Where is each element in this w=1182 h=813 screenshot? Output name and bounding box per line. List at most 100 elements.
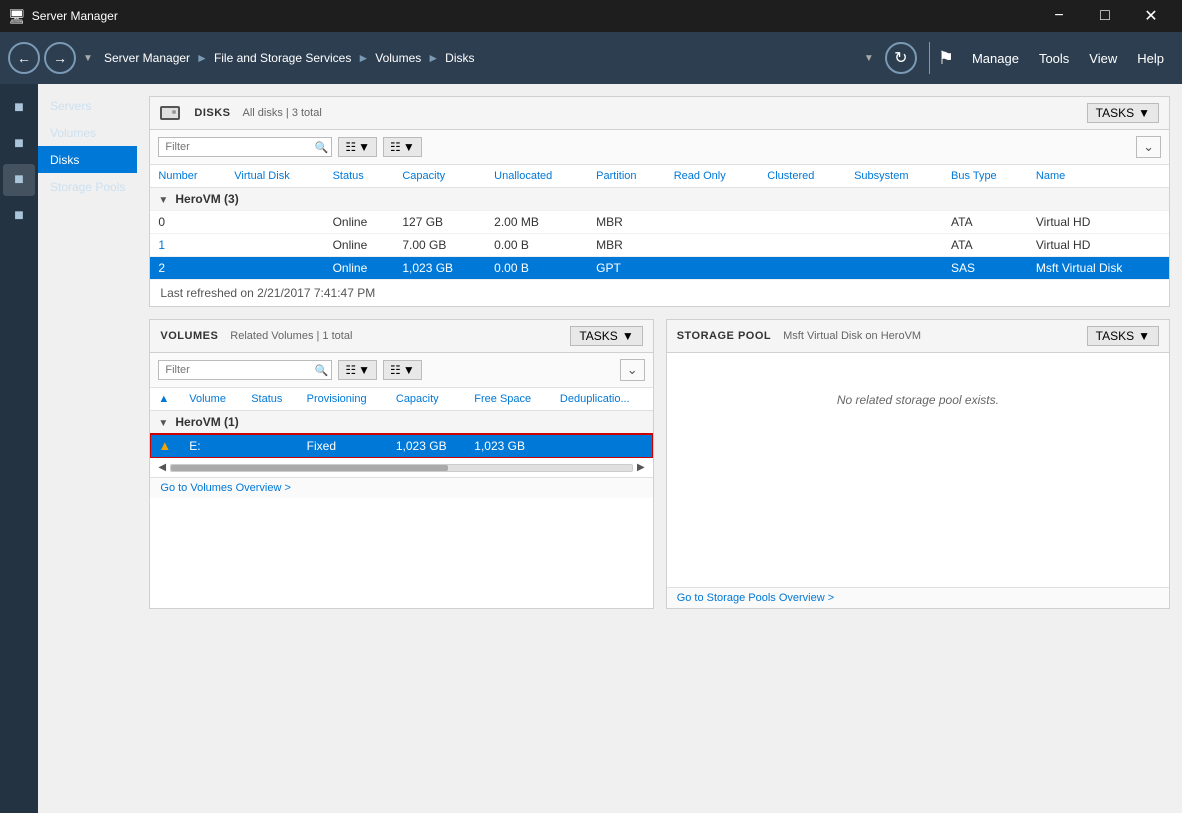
col-status[interactable]: Status — [325, 165, 395, 188]
breadcrumb-dropdown-button[interactable]: ▼ — [861, 42, 877, 74]
volumes-group-arrow: ▼ — [158, 418, 168, 429]
volumes-collapse-btn[interactable]: ⌄ — [620, 359, 645, 381]
breadcrumb-part-1[interactable]: File and Storage Services — [214, 51, 351, 65]
breadcrumb-part-2[interactable]: Volumes — [375, 51, 421, 65]
cell-subsystem — [846, 211, 943, 234]
table-row[interactable]: 1 Online 7.00 GB 0.00 B MBR ATA Virtual … — [150, 234, 1169, 257]
storage-pool-tasks-dropdown: ▼ — [1138, 329, 1150, 343]
cell-vol-provisioning: Fixed — [299, 434, 388, 458]
col-warning-icon: ▲ — [150, 388, 181, 411]
breadcrumb-part-0[interactable]: Server Manager — [104, 51, 190, 65]
sidebar-icon-dashboard[interactable]: ■ — [3, 92, 35, 124]
volumes-toolbar: 🔍 ☷ ▼ ☷ ▼ ⌄ — [150, 353, 652, 388]
disks-tasks-button[interactable]: TASKS ▼ — [1087, 103, 1159, 123]
disks-group-dropdown-icon: ▼ — [403, 140, 415, 154]
disks-group-btn[interactable]: ☷ ▼ — [383, 137, 422, 157]
col-vol-freespace[interactable]: Free Space — [466, 388, 552, 411]
volumes-list-icon: ☷ — [345, 363, 356, 377]
view-menu-button[interactable]: View — [1079, 47, 1127, 70]
cell-virtual-disk — [226, 234, 324, 257]
col-partition[interactable]: Partition — [588, 165, 666, 188]
storage-pool-title: STORAGE POOL — [677, 330, 771, 342]
minimize-button[interactable]: − — [1036, 0, 1082, 32]
cell-partition: MBR — [588, 211, 666, 234]
col-subsystem[interactable]: Subsystem — [846, 165, 943, 188]
sidebar-item-volumes[interactable]: Volumes — [38, 119, 137, 146]
col-vol-status[interactable]: Status — [243, 388, 298, 411]
cell-vol-dedup — [552, 434, 653, 458]
volumes-group-icon: ☷ — [390, 363, 401, 377]
volumes-view-btn[interactable]: ☷ ▼ — [338, 360, 377, 380]
disks-toolbar: 🔍 ☷ ▼ ☷ ▼ ⌄ — [150, 130, 1169, 165]
volumes-table-container: ▲ Volume Status Provisioning Capacity Fr… — [150, 388, 652, 458]
cell-name: Virtual HD — [1028, 234, 1169, 257]
tools-menu-button[interactable]: Tools — [1029, 47, 1079, 70]
breadcrumb-sep-0: ► — [196, 51, 208, 65]
scroll-right-icon[interactable]: ▶ — [637, 462, 645, 473]
forward-button[interactable]: → — [44, 42, 76, 74]
sidebar-icon-files[interactable]: ■ — [3, 200, 35, 232]
col-readonly[interactable]: Read Only — [666, 165, 760, 188]
cell-number: 2 — [150, 257, 226, 280]
storage-pool-tasks-button[interactable]: TASKS ▼ — [1087, 326, 1159, 346]
cell-vol-capacity: 1,023 GB — [388, 434, 466, 458]
sidebar-icon-info[interactable]: ■ — [3, 128, 35, 160]
disks-view-dropdown-icon: ▼ — [358, 140, 370, 154]
col-vol-capacity[interactable]: Capacity — [388, 388, 466, 411]
back-button[interactable]: ← — [8, 42, 40, 74]
help-menu-button[interactable]: Help — [1127, 47, 1174, 70]
notifications-button[interactable]: ⚑ — [938, 48, 954, 69]
volumes-panel-footer: Go to Volumes Overview > — [150, 477, 652, 498]
main-layout: ■ ■ ■ ■ Servers Volumes Disks Storage Po… — [0, 84, 1182, 813]
goto-storage-pools-link[interactable]: Go to Storage Pools Overview > — [677, 592, 834, 604]
refresh-button[interactable]: ↻ — [885, 42, 917, 74]
sidebar-icon-storage[interactable]: ■ — [3, 164, 35, 196]
col-vol-provisioning[interactable]: Provisioning — [299, 388, 388, 411]
cell-readonly — [666, 234, 760, 257]
storage-pool-footer: Go to Storage Pools Overview > — [667, 587, 1169, 608]
nav-dropdown-button[interactable]: ▼ — [80, 42, 96, 74]
sidebar-icons: ■ ■ ■ ■ — [0, 84, 38, 813]
cell-number: 1 — [150, 234, 226, 257]
scrollbar-track[interactable] — [170, 464, 633, 472]
col-clustered[interactable]: Clustered — [759, 165, 846, 188]
volumes-scrollbar[interactable]: ◀ ▶ — [150, 458, 652, 477]
col-number[interactable]: Number — [150, 165, 226, 188]
volumes-filter-input[interactable] — [158, 360, 332, 380]
col-name[interactable]: Name — [1028, 165, 1169, 188]
table-row[interactable]: ▲ E: Fixed 1,023 GB 1,023 GB — [150, 434, 652, 458]
volumes-table-header: ▲ Volume Status Provisioning Capacity Fr… — [150, 388, 652, 411]
table-row[interactable]: 0 Online 127 GB 2.00 MB MBR ATA Virtual … — [150, 211, 1169, 234]
sidebar-item-storage-pools[interactable]: Storage Pools — [38, 173, 137, 200]
disk-panel-icon — [160, 106, 180, 120]
cell-vol-volume: E: — [181, 434, 243, 458]
manage-menu-button[interactable]: Manage — [962, 47, 1029, 70]
cell-capacity: 7.00 GB — [394, 234, 486, 257]
disks-collapse-btn[interactable]: ⌄ — [1136, 136, 1161, 158]
scroll-left-icon[interactable]: ◀ — [158, 462, 166, 473]
storage-pool-panel: STORAGE POOL Msft Virtual Disk on HeroVM… — [666, 319, 1170, 609]
cell-status: Online — [325, 257, 395, 280]
disks-filter-input[interactable] — [158, 137, 332, 157]
col-unallocated[interactable]: Unallocated — [486, 165, 588, 188]
col-capacity[interactable]: Capacity — [394, 165, 486, 188]
col-vol-volume[interactable]: Volume — [181, 388, 243, 411]
table-row[interactable]: 2 Online 1,023 GB 0.00 B GPT SAS Msft Vi… — [150, 257, 1169, 280]
volumes-panel-title: VOLUMES — [160, 330, 218, 342]
volumes-group-btn[interactable]: ☷ ▼ — [383, 360, 422, 380]
maximize-button[interactable]: □ — [1082, 0, 1128, 32]
sidebar-item-disks[interactable]: Disks — [38, 146, 137, 173]
cell-status: Online — [325, 211, 395, 234]
volumes-filter-wrap: 🔍 — [158, 360, 332, 380]
sidebar-item-servers[interactable]: Servers — [38, 92, 137, 119]
col-vol-dedup[interactable]: Deduplicatio... — [552, 388, 653, 411]
cell-readonly — [666, 257, 760, 280]
goto-volumes-link[interactable]: Go to Volumes Overview > — [160, 482, 291, 494]
cell-bustype: ATA — [943, 234, 1028, 257]
col-virtual-disk[interactable]: Virtual Disk — [226, 165, 324, 188]
close-button[interactable]: ✕ — [1128, 0, 1174, 32]
volumes-tasks-button[interactable]: TASKS ▼ — [570, 326, 642, 346]
col-bustype[interactable]: Bus Type — [943, 165, 1028, 188]
disks-view-btn[interactable]: ☷ ▼ — [338, 137, 377, 157]
cell-warning: ▲ — [150, 434, 181, 458]
